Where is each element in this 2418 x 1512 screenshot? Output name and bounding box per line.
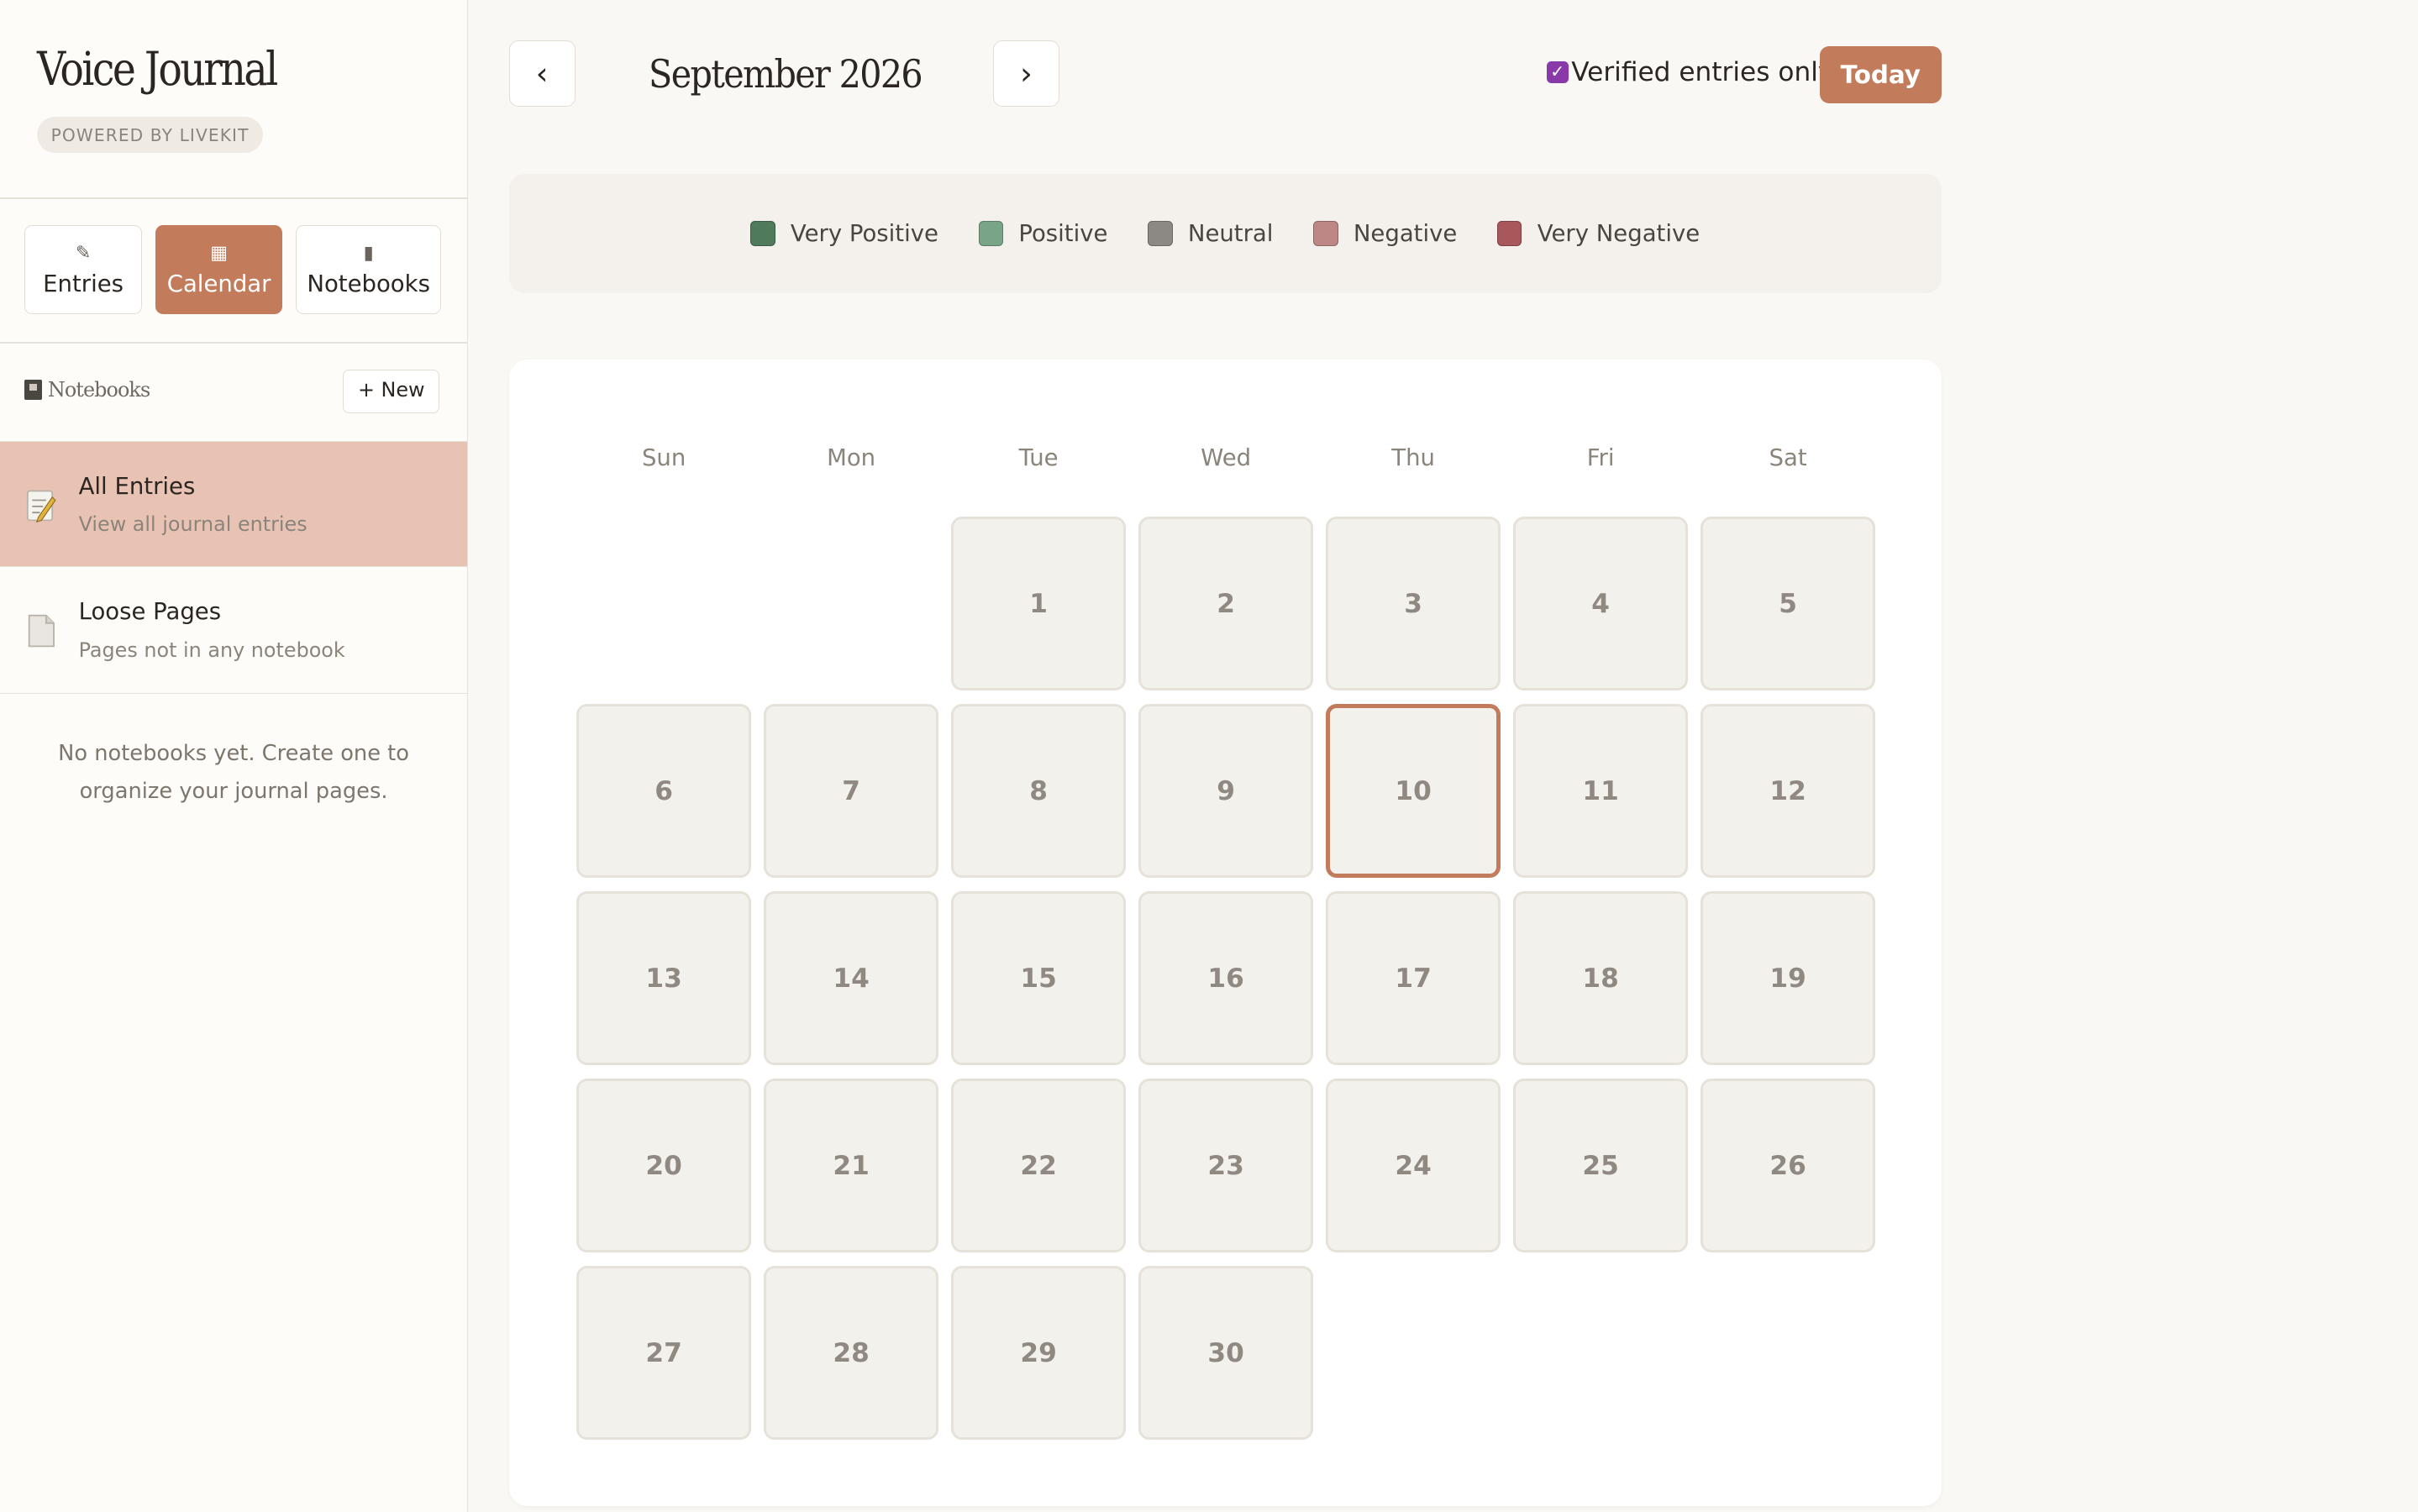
- calendar-day[interactable]: 29: [951, 1265, 1126, 1441]
- calendar-icon: ▦: [210, 242, 229, 264]
- page-icon: [28, 614, 55, 647]
- calendar-day[interactable]: 6: [576, 703, 751, 879]
- sidebar-item-all-entries[interactable]: All Entries View all journal entries: [0, 440, 468, 568]
- sidebar-item-subtitle: View all journal entries: [78, 512, 308, 537]
- next-month-button[interactable]: ›: [992, 39, 1059, 107]
- tab-notebooks[interactable]: ▮ Notebooks: [296, 224, 441, 315]
- sidebar-item-loose-pages[interactable]: Loose Pages Pages not in any notebook: [0, 567, 468, 694]
- divider: [0, 197, 468, 199]
- calendar-day-today[interactable]: 10: [1326, 703, 1501, 879]
- tab-label: Notebooks: [307, 270, 430, 297]
- calendar-day[interactable]: 16: [1138, 890, 1313, 1066]
- notebooks-header: Notebooks + New: [24, 370, 440, 413]
- calendar-day[interactable]: 4: [1513, 516, 1688, 691]
- sentiment-legend: Very Positive Positive Neutral Negative Very…: [508, 174, 1942, 293]
- legend-swatch: [750, 221, 775, 246]
- calendar-day[interactable]: 28: [764, 1265, 938, 1441]
- notebook-icon: [24, 379, 42, 400]
- calendar-day[interactable]: 8: [951, 703, 1126, 879]
- legend-label: Very Negative: [1537, 220, 1700, 248]
- sidebar: Voice Journal POWERED BY LIVEKIT ✎ Entri…: [0, 0, 469, 1512]
- calendar-day[interactable]: 27: [576, 1265, 751, 1441]
- prev-month-button[interactable]: ‹: [508, 39, 576, 107]
- verified-filter: ✓ Verified entries only: [1546, 57, 1833, 87]
- calendar-day[interactable]: 21: [764, 1078, 938, 1253]
- calendar-day[interactable]: 9: [1138, 703, 1313, 879]
- legend-item: Neutral: [1148, 220, 1273, 247]
- legend-label: Negative: [1353, 220, 1458, 248]
- calendar-day[interactable]: 7: [764, 703, 938, 879]
- calendar-day[interactable]: 2: [1138, 516, 1313, 691]
- tab-entries[interactable]: ✎ Entries: [24, 224, 142, 315]
- divider: [0, 342, 468, 344]
- calendar-day[interactable]: 20: [576, 1078, 751, 1253]
- calendar-grid: Sun Mon Tue Wed Thu Fri Sat 1 2 3 4 5 6 7 8 9 10 11 12 13 14…: [508, 359, 1942, 1507]
- memo-icon: ✎: [75, 242, 92, 264]
- weekday-header: Mon: [827, 444, 876, 471]
- calendar-day[interactable]: 1: [951, 516, 1126, 691]
- legend-item: Very Positive: [750, 220, 938, 247]
- legend-swatch: [1497, 221, 1522, 246]
- calendar-day[interactable]: 23: [1138, 1078, 1313, 1253]
- calendar-day[interactable]: 18: [1513, 890, 1688, 1066]
- calendar-day[interactable]: 12: [1700, 703, 1875, 879]
- calendar-day[interactable]: 11: [1513, 703, 1688, 879]
- calendar-day[interactable]: 19: [1700, 890, 1875, 1066]
- legend-item: Negative: [1313, 220, 1457, 247]
- notebooks-header-label: Notebooks: [47, 377, 150, 402]
- legend-label: Positive: [1018, 220, 1108, 248]
- calendar-day[interactable]: 17: [1326, 890, 1501, 1066]
- powered-by-badge: POWERED BY LIVEKIT: [37, 117, 264, 153]
- legend-label: Neutral: [1187, 220, 1274, 248]
- calendar-day[interactable]: 24: [1326, 1078, 1501, 1253]
- sidebar-item-title: Loose Pages: [78, 598, 222, 626]
- verified-checkbox[interactable]: ✓: [1546, 61, 1569, 83]
- calendar-day[interactable]: 3: [1326, 516, 1501, 691]
- weekday-header: Sat: [1769, 444, 1807, 471]
- verified-label[interactable]: Verified entries only: [1571, 57, 1833, 87]
- new-notebook-button[interactable]: + New: [343, 370, 440, 413]
- calendar-day[interactable]: 22: [951, 1078, 1126, 1253]
- calendar-day[interactable]: 30: [1138, 1265, 1313, 1441]
- legend-swatch: [978, 221, 1004, 246]
- app-title: Voice Journal: [37, 41, 278, 96]
- weekday-header: Thu: [1391, 444, 1435, 471]
- legend-swatch: [1148, 221, 1173, 246]
- empty-notebooks-message: No notebooks yet. Create one to organize…: [58, 741, 409, 804]
- weekday-header: Sun: [641, 444, 686, 471]
- calendar-day[interactable]: 15: [951, 890, 1126, 1066]
- weekday-header: Fri: [1586, 444, 1615, 471]
- calendar-day[interactable]: 5: [1700, 516, 1875, 691]
- calendar-day[interactable]: 13: [576, 890, 751, 1066]
- view-tabs: ✎ Entries ▦ Calendar ▮ Notebooks: [24, 224, 441, 315]
- notebooks-heading: Notebooks: [24, 378, 150, 402]
- legend-item: Very Negative: [1497, 220, 1700, 247]
- brand: Voice Journal POWERED BY LIVEKIT: [37, 40, 315, 153]
- tab-calendar[interactable]: ▦ Calendar: [155, 224, 282, 315]
- month-title: September 2026: [576, 46, 993, 102]
- tab-label: Entries: [43, 270, 124, 297]
- legend-swatch: [1313, 221, 1338, 246]
- calendar-day[interactable]: 14: [764, 890, 938, 1066]
- weekday-header: Tue: [1018, 444, 1059, 471]
- legend-label: Very Positive: [790, 220, 938, 248]
- sidebar-item-subtitle: Pages not in any notebook: [78, 638, 345, 662]
- tab-label: Calendar: [166, 270, 271, 297]
- today-button[interactable]: Today: [1819, 46, 1942, 103]
- memo-icon: [27, 490, 56, 523]
- notebook-icon: ▮: [363, 242, 374, 264]
- legend-item: Positive: [978, 220, 1108, 248]
- month-title-text: September 2026: [648, 51, 923, 97]
- sidebar-item-title: All Entries: [78, 472, 196, 500]
- calendar-day[interactable]: 26: [1700, 1078, 1875, 1253]
- calendar-day[interactable]: 25: [1513, 1078, 1688, 1253]
- weekday-header: Wed: [1201, 444, 1252, 471]
